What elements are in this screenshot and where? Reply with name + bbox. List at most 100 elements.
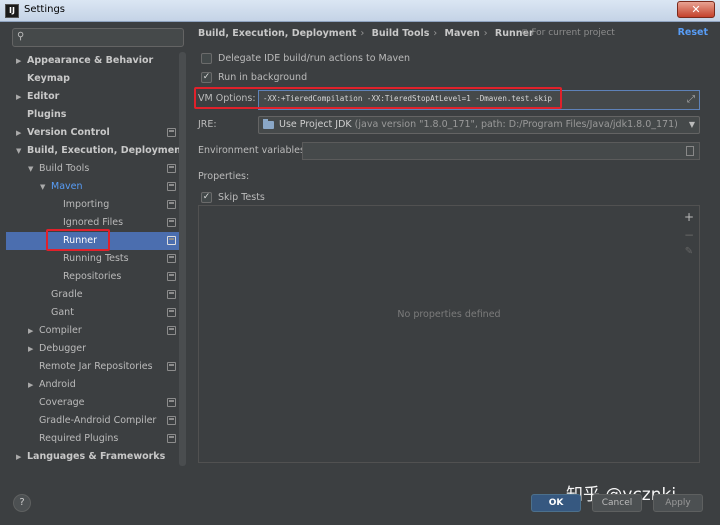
tree-item[interactable]: ▶ Compiler [6, 322, 186, 340]
tree-item-label: Keymap [27, 73, 70, 84]
jre-label: JRE: [198, 119, 217, 130]
add-icon[interactable]: + [683, 210, 695, 224]
settings-search[interactable]: ⚲ [12, 28, 184, 47]
chevron-down-icon[interactable]: ▼ [40, 178, 50, 196]
chevron-down-icon[interactable]: ▼ [16, 142, 26, 160]
sidebar-scrollbar[interactable] [179, 52, 186, 466]
reset-link[interactable]: Reset [678, 27, 708, 38]
tree-item-label: Remote Jar Repositories [39, 361, 153, 372]
tree-item-label: Version Control [27, 127, 110, 138]
run-in-background-checkbox[interactable]: ✓ [201, 72, 212, 83]
search-icon: ⚲ [17, 31, 25, 42]
tree-item-label: Appearance & Behavior [27, 55, 154, 66]
tree-item-label: Build, Execution, Deployment [27, 145, 186, 156]
tree-item-label: Gradle [51, 289, 83, 300]
env-variables-input[interactable] [302, 142, 700, 160]
settings-tree: ▶ Appearance & Behavior Keymap ▶ Editor Plugi… [6, 52, 186, 484]
window-close-button[interactable]: ✕ [677, 1, 715, 18]
tree-item-label: Plugins [27, 109, 67, 120]
chevron-right-icon[interactable]: ▶ [16, 448, 26, 466]
tree-item[interactable]: ▶ Appearance & Behavior [6, 52, 186, 70]
delegate-label: Delegate IDE build/run actions to Maven [218, 53, 411, 64]
project-scope-icon [167, 164, 176, 173]
window-title: Settings [24, 4, 66, 15]
project-scope-icon [167, 326, 176, 335]
tree-item[interactable]: Gradle-Android Compiler [6, 412, 186, 430]
runner-highlight-box [46, 229, 110, 251]
tree-item-label: Gradle-Android Compiler [39, 415, 157, 426]
project-scope-icon [167, 236, 176, 245]
for-project-label: For current project [531, 28, 615, 38]
breadcrumb-item: Maven [444, 28, 480, 39]
ok-button[interactable]: OK [531, 494, 581, 512]
expand-icon[interactable]: ⤢ [687, 94, 695, 105]
chevron-right-icon[interactable]: ▶ [16, 124, 26, 142]
tree-item[interactable]: Gradle [6, 286, 186, 304]
tree-item[interactable]: Coverage [6, 394, 186, 412]
tree-item-label: Required Plugins [39, 433, 119, 444]
tree-item[interactable]: Gant [6, 304, 186, 322]
delegate-checkbox[interactable] [201, 53, 212, 64]
tree-item[interactable]: ▼ Build Tools [6, 160, 186, 178]
search-input[interactable] [33, 30, 178, 45]
tree-item[interactable]: Repositories [6, 268, 186, 286]
tree-item-label: Importing [63, 199, 110, 210]
tree-item[interactable]: ▶ Debugger [6, 340, 186, 358]
for-current-project-note: ⧉ For current project [522, 28, 615, 38]
tree-item[interactable]: ▶ Editor [6, 88, 186, 106]
jre-select[interactable]: Use Project JDK (java version "1.8.0_171… [258, 116, 700, 134]
cancel-button[interactable]: Cancel [592, 494, 642, 512]
tree-item[interactable]: Importing [6, 196, 186, 214]
tree-item[interactable]: ▼ Build, Execution, Deployment [6, 142, 186, 160]
chevron-down-icon[interactable]: ▼ [28, 160, 38, 178]
chevron-right-icon[interactable]: ▶ [28, 322, 38, 340]
breadcrumb-separator-icon: › [433, 28, 438, 39]
edit-icon[interactable]: ✎ [683, 246, 695, 257]
chevron-down-icon[interactable]: ▼ [689, 120, 695, 129]
tree-item[interactable]: Running Tests [6, 250, 186, 268]
tree-item[interactable]: Remote Jar Repositories [6, 358, 186, 376]
tree-item[interactable]: ▶ Android [6, 376, 186, 394]
project-scope-icon [167, 434, 176, 443]
project-scope-icon [167, 200, 176, 209]
chevron-right-icon[interactable]: ▶ [28, 340, 38, 358]
tree-item[interactable]: Required Plugins [6, 430, 186, 448]
tree-item[interactable]: Keymap [6, 70, 186, 88]
chevron-right-icon[interactable]: ▶ [16, 52, 26, 70]
chevron-right-icon[interactable]: ▶ [16, 88, 26, 106]
properties-table[interactable]: No properties defined + − ✎ [198, 205, 700, 463]
jre-hint: (java version "1.8.0_171", path: D:/Prog… [354, 119, 678, 130]
tree-item[interactable]: Plugins [6, 106, 186, 124]
vm-options-highlight-box [194, 87, 562, 109]
tree-item[interactable]: ▶ Languages & Frameworks [6, 448, 186, 466]
tree-item-label: Android [39, 379, 76, 390]
tree-item-label: Compiler [39, 325, 82, 336]
tree-item-label: Maven [51, 181, 83, 192]
project-scope-icon [167, 254, 176, 263]
properties-label: Properties: [198, 171, 250, 182]
skip-tests-checkbox[interactable]: ✓ [201, 192, 212, 203]
empty-properties-text: No properties defined [397, 309, 501, 320]
tree-item-label: Repositories [63, 271, 122, 282]
apply-button[interactable]: Apply [653, 494, 703, 512]
properties-toolbar: + − ✎ [679, 206, 699, 462]
jre-value: Use Project JDK [279, 119, 352, 130]
tree-item-label: Gant [51, 307, 74, 318]
skip-tests-label: Skip Tests [218, 192, 265, 203]
tree-item-label: Coverage [39, 397, 85, 408]
tree-item[interactable]: ▶ Version Control [6, 124, 186, 142]
breadcrumb: Build, Execution, Deployment › Build Tool… [198, 28, 538, 42]
tree-item-label: Languages & Frameworks [27, 451, 166, 462]
chevron-right-icon[interactable]: ▶ [28, 376, 38, 394]
document-icon[interactable] [686, 146, 694, 156]
project-scope-icon [167, 290, 176, 299]
help-button[interactable]: ? [13, 494, 31, 512]
project-scope-icon [167, 416, 176, 425]
folder-icon [263, 119, 274, 129]
breadcrumb-separator-icon: › [483, 28, 488, 39]
project-scope-icon [167, 182, 176, 191]
project-scope-icon [167, 362, 176, 371]
tree-item[interactable]: ▼ Maven [6, 178, 186, 196]
remove-icon[interactable]: − [683, 228, 695, 242]
dialog-footer: ? 知乎 @ycznkj OK Cancel Apply [0, 467, 720, 525]
